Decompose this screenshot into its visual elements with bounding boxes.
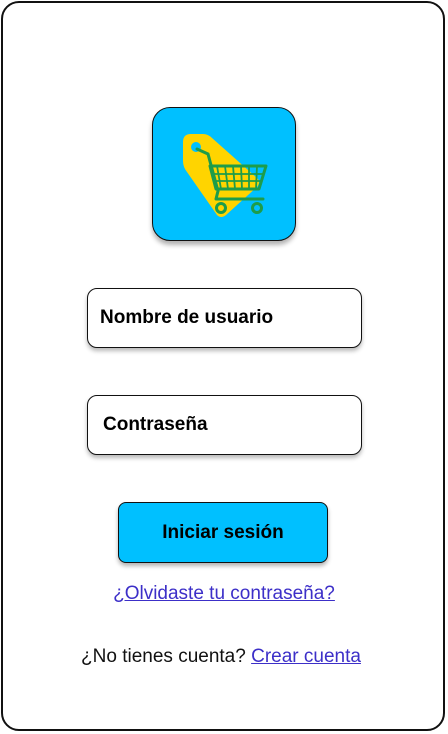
signup-prompt: ¿No tienes cuenta?	[81, 646, 246, 667]
signup-row: ¿No tienes cuenta? Crear cuenta	[0, 646, 442, 668]
password-field[interactable]: Contraseña	[87, 395, 362, 455]
username-label: Nombre de usuario	[100, 307, 274, 328]
password-label: Contraseña	[103, 414, 208, 435]
create-account-link[interactable]: Crear cuenta	[251, 646, 361, 667]
forgot-password-link[interactable]: ¿Olvidaste tu contraseña?	[113, 583, 335, 604]
username-field[interactable]: Nombre de usuario	[87, 288, 362, 348]
shopping-cart-tag-icon	[183, 134, 268, 217]
app-logo	[152, 107, 296, 241]
forgot-password-row: ¿Olvidaste tu contraseña?	[0, 583, 448, 605]
login-button[interactable]: Iniciar sesión	[118, 502, 328, 563]
login-button-label: Iniciar sesión	[162, 521, 284, 543]
